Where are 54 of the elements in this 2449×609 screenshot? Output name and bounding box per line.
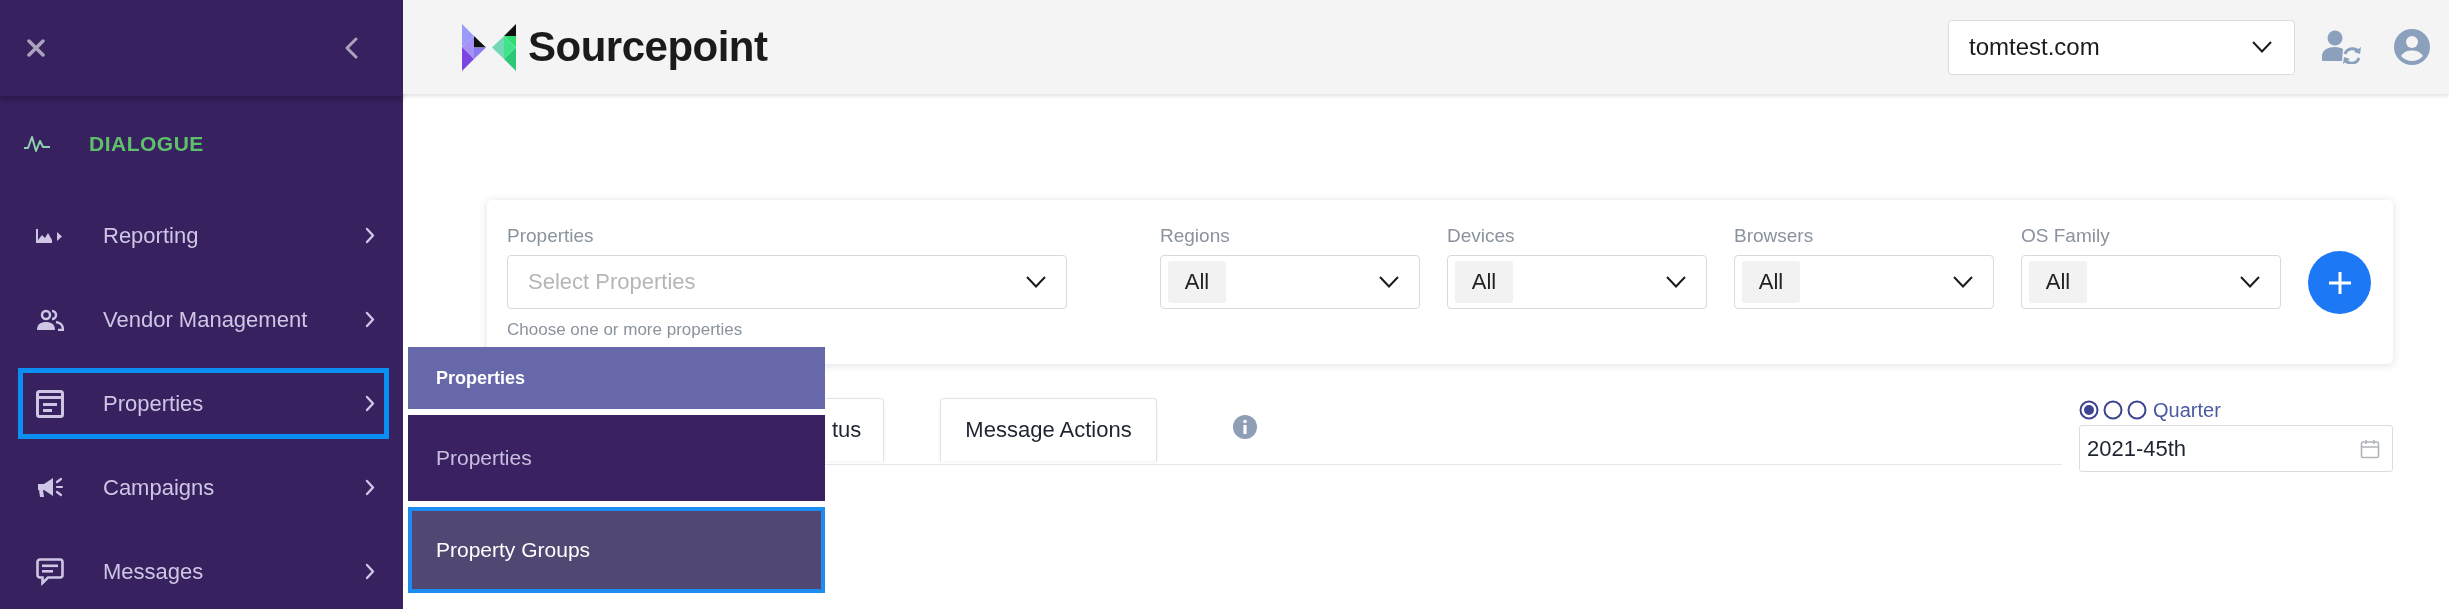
field-label: Devices bbox=[1447, 224, 1516, 248]
date-field[interactable]: 2021-45th bbox=[2079, 425, 2393, 472]
sidebar-item[interactable]: Reporting bbox=[18, 200, 389, 271]
flyout-item[interactable]: Properties bbox=[408, 415, 825, 501]
megaphone-icon bbox=[36, 475, 64, 500]
tab[interactable]: tus bbox=[826, 398, 885, 461]
chevron-down-icon bbox=[1666, 276, 1686, 288]
chevron-right-icon bbox=[365, 479, 375, 496]
radio-icon[interactable] bbox=[2079, 400, 2099, 420]
field-label: Browsers bbox=[1734, 224, 1815, 248]
chevron-down-icon bbox=[2252, 41, 2272, 53]
field-label: OS Family bbox=[2021, 224, 2111, 248]
chevron-right-icon bbox=[365, 227, 375, 244]
flyout-header: Properties bbox=[408, 347, 825, 409]
radio-label: Quarter bbox=[2153, 398, 2221, 422]
sidebar-item[interactable]: Properties bbox=[18, 368, 389, 439]
select-field[interactable]: All bbox=[1160, 255, 1420, 309]
area-chart-icon bbox=[36, 228, 64, 243]
chevron-right-icon bbox=[365, 395, 375, 412]
section-title: DIALOGUE bbox=[89, 132, 204, 156]
chevron-down-icon bbox=[1379, 276, 1399, 288]
plus-icon bbox=[2327, 270, 2352, 295]
select-field[interactable]: All bbox=[1734, 255, 1994, 309]
sidebar-item[interactable]: Campaigns bbox=[18, 452, 389, 523]
chat-icon bbox=[36, 557, 64, 586]
chevron-down-icon bbox=[1026, 276, 1046, 288]
select-field[interactable]: All bbox=[1447, 255, 1707, 309]
people-icon bbox=[36, 308, 64, 331]
flyout-item[interactable]: Property Groups bbox=[408, 507, 825, 593]
logo-text: Sourcepoint bbox=[528, 23, 768, 71]
select-field[interactable]: All bbox=[2021, 255, 2281, 309]
chevron-right-icon bbox=[365, 311, 375, 328]
field-label: Regions bbox=[1160, 224, 1231, 248]
window-icon bbox=[36, 389, 64, 418]
value-chip: All bbox=[1168, 261, 1226, 303]
field-label: Properties bbox=[507, 224, 595, 248]
sidebar-item[interactable]: Vendor Management bbox=[18, 284, 389, 355]
info-icon[interactable] bbox=[1232, 415, 1257, 439]
chevron-right-icon bbox=[365, 563, 375, 580]
sidebar-item[interactable]: Messages bbox=[18, 536, 389, 607]
close-icon[interactable] bbox=[27, 39, 45, 57]
radio-icon[interactable] bbox=[2103, 400, 2123, 420]
radio-icon[interactable] bbox=[2127, 400, 2147, 420]
helper-text: Choose one or more properties bbox=[507, 319, 744, 341]
value-chip: All bbox=[1455, 261, 1513, 303]
value-chip: All bbox=[1742, 261, 1800, 303]
tab[interactable]: Message Actions bbox=[940, 398, 1157, 461]
chevron-down-icon bbox=[2240, 276, 2260, 288]
value-chip: All bbox=[2029, 261, 2087, 303]
site-select[interactable]: tomtest.com bbox=[1948, 19, 2295, 75]
chevron-down-icon bbox=[1953, 276, 1973, 288]
pulse-icon bbox=[23, 135, 51, 153]
chevron-left-icon[interactable] bbox=[345, 37, 358, 59]
logo-mark-icon bbox=[462, 23, 516, 71]
